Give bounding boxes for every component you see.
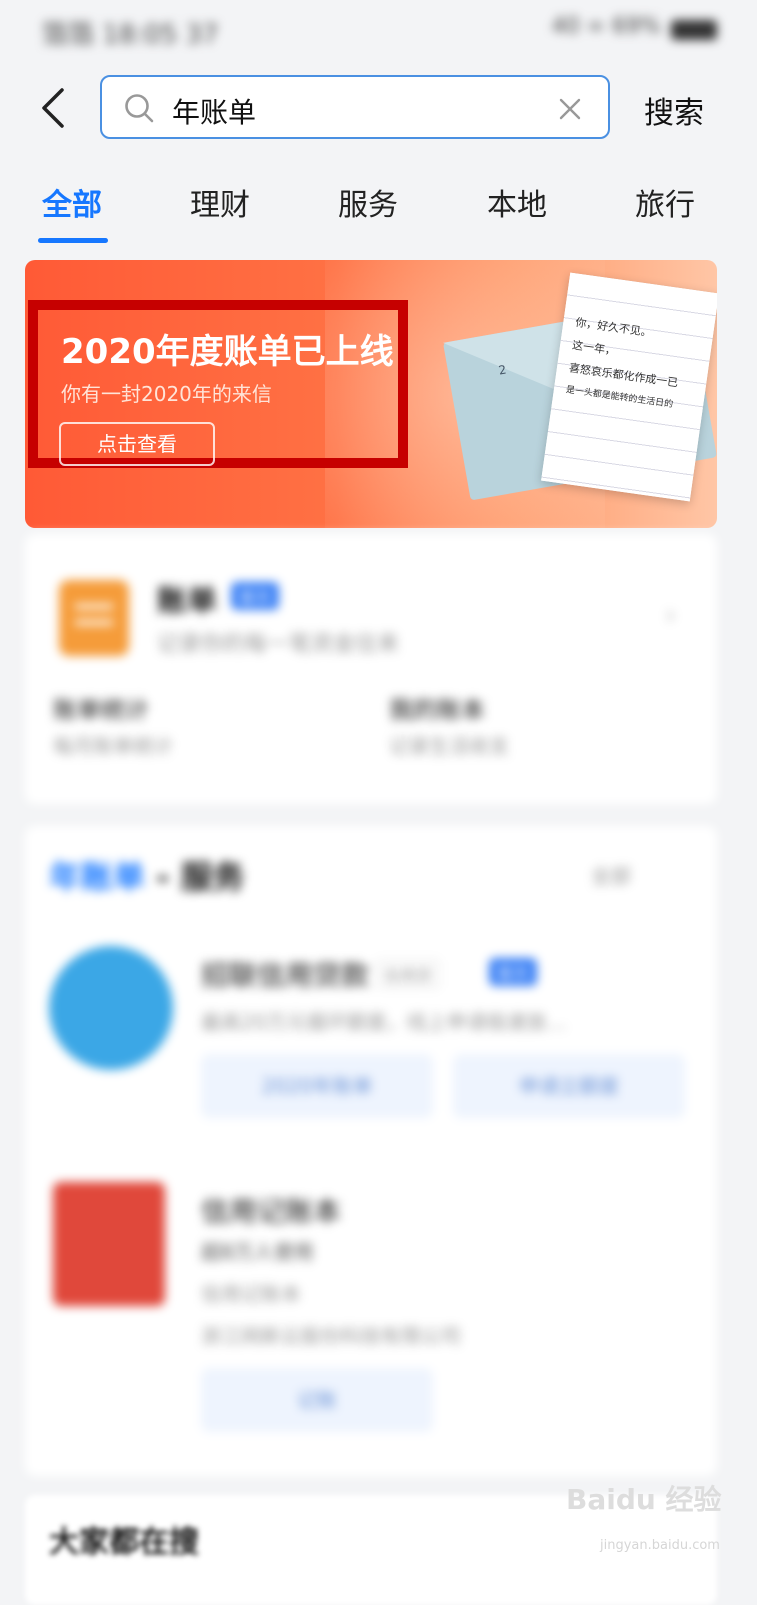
status-bar: 箔箔 18:05 37 40 ∞ 69% — [0, 0, 757, 60]
section-title-highlight: 年账单 — [49, 858, 146, 896]
bill-2020-button[interactable]: 2020年账单 — [201, 1054, 433, 1118]
ledger-app-desc: 信用记账本 — [201, 1282, 301, 1306]
bill-stats-link[interactable]: 账单统计 — [53, 690, 149, 725]
see-all-link[interactable]: 全部 — [591, 860, 631, 889]
bill-app-icon — [59, 580, 129, 656]
letter-line: 这一年， — [571, 338, 617, 358]
my-ledger-link[interactable]: 我的账本 — [389, 690, 485, 725]
section-title: 年账单 - 服务 — [49, 852, 245, 898]
banner-title: 2020年度账单已上线 — [61, 332, 394, 372]
record-button[interactable]: 记账 — [201, 1368, 433, 1432]
section-title-rest: - 服务 — [145, 858, 245, 896]
my-ledger-desc: 记录生活收支 — [389, 734, 509, 758]
back-arrow-icon — [42, 88, 64, 128]
watermark: Baidu 经验 — [566, 1483, 722, 1516]
trending-title: 大家都在搜 — [49, 1525, 199, 1560]
status-right: 40 ∞ 69% — [552, 14, 717, 40]
search-bar[interactable]: 年账单 — [100, 75, 610, 139]
tab-travel[interactable]: 旅行 — [635, 180, 695, 224]
service-section: 年账单 - 服务 全部 招联信用贷款 信用贷 官方 最高20万元循环额度，线上申… — [25, 826, 717, 1476]
tab-finance[interactable]: 理财 — [190, 180, 250, 224]
apply-credit-button[interactable]: 申请立额度 — [453, 1054, 685, 1118]
tab-services[interactable]: 服务 — [338, 180, 398, 224]
search-input[interactable]: 年账单 — [172, 91, 256, 131]
letter-line: 你，好久不见。 — [574, 315, 653, 340]
envelope-number: 2 — [497, 362, 508, 378]
annual-bill-banner[interactable]: 2 你，好久不见。 这一年， 喜怒哀乐都化作成一已 是一头都是能转的生活日的 2… — [25, 260, 717, 528]
search-icon — [125, 94, 154, 123]
search-button[interactable]: 搜索 — [644, 88, 704, 132]
bill-app-desc: 记录你的每一笔资金往来 — [157, 632, 400, 657]
loan-app-title[interactable]: 招联信用贷款 — [201, 954, 369, 994]
chevron-right-icon: › — [665, 598, 677, 631]
official-badge: 官方 — [489, 958, 538, 986]
battery-icon — [671, 20, 717, 40]
bill-stats-desc: 每月账单统计 — [53, 734, 173, 758]
letter-illustration: 你，好久不见。 这一年， 喜怒哀乐都化作成一已 是一头都是能转的生活日的 — [541, 272, 717, 502]
status-left: 箔箔 18:05 37 — [42, 20, 219, 50]
watermark-url: jingyan.baidu.com — [600, 1538, 720, 1553]
view-button[interactable]: 点击查看 — [59, 422, 215, 466]
credit-ledger-icon — [53, 1182, 165, 1306]
bill-app-title: 账单 — [157, 584, 217, 619]
ledger-app-meta: 超8万人使用 — [201, 1240, 314, 1264]
bill-app-card[interactable]: 账单 官方 记录你的每一笔资金往来 › 账单统计 每月账单统计 我的账本 记录生… — [25, 534, 717, 804]
back-button[interactable] — [36, 84, 76, 132]
loan-app-desc: 最高20万元循环额度，线上申请极速放… — [201, 1010, 567, 1034]
tab-all[interactable]: 全部 — [42, 180, 102, 224]
ledger-company: 浙江网新云股份科技有限公司 — [201, 1324, 461, 1348]
official-badge: 官方 — [231, 582, 280, 610]
loan-tag: 信用贷 — [377, 960, 440, 988]
active-tab-indicator — [38, 238, 108, 243]
ledger-app-title[interactable]: 信用记账本 — [201, 1190, 341, 1230]
banner-subtitle: 你有一封2020年的来信 — [61, 382, 272, 406]
loan-app-icon — [49, 946, 173, 1070]
tab-local[interactable]: 本地 — [487, 180, 547, 224]
clear-icon[interactable] — [558, 97, 582, 121]
